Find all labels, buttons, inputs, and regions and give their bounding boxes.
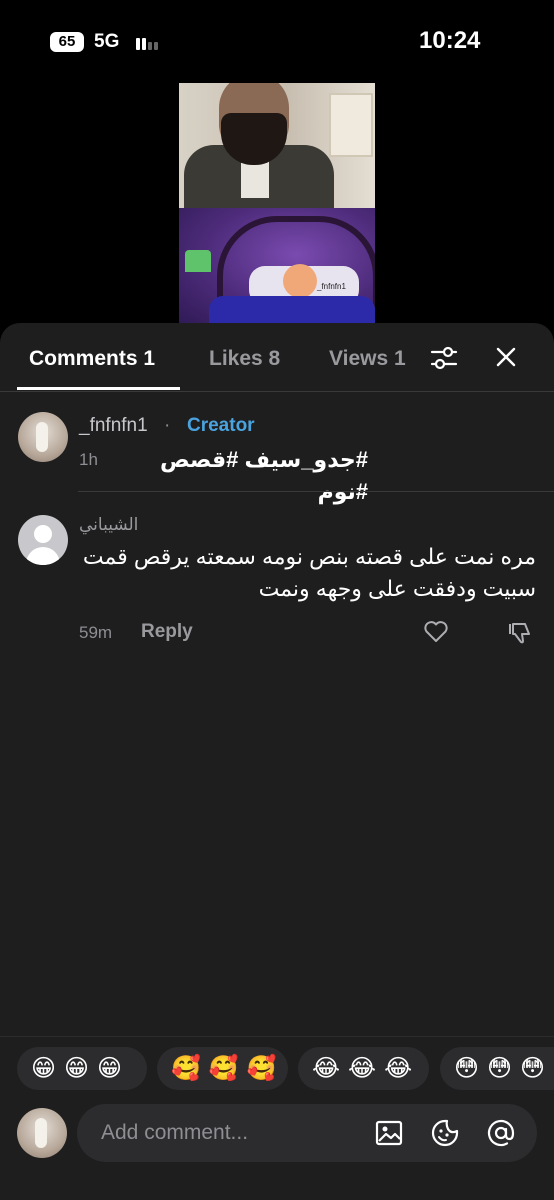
emoji-group-flushed[interactable]: 😳😳😳 [440, 1047, 554, 1090]
network-type: 5G [94, 31, 120, 52]
comment-time: 59m [79, 623, 113, 642]
filter-icon[interactable] [430, 345, 458, 371]
comment-composer [77, 1104, 537, 1162]
dislike-icon[interactable] [507, 620, 533, 646]
tab-likes[interactable]: Likes 8 [209, 347, 280, 371]
active-tab-indicator [17, 387, 180, 390]
emoji-group-love[interactable]: 🥰🥰🥰 [157, 1047, 288, 1090]
clock: 10:24 [419, 27, 481, 54]
user-avatar [17, 1108, 67, 1158]
comment-username[interactable]: _fnfnfn1 [79, 415, 148, 437]
comment-text: #جدو_سيف #قصص #نوم [160, 447, 368, 504]
image-icon[interactable] [374, 1118, 404, 1148]
tab-comments[interactable]: Comments 1 [29, 347, 155, 371]
battery-indicator: 65 [50, 32, 84, 52]
emoji-group-grin[interactable]: 😁😁😁 [17, 1047, 147, 1090]
heart-icon[interactable] [423, 620, 449, 644]
avatar[interactable] [18, 515, 68, 565]
video-frame-bottom: _fnfnfn1 [179, 208, 375, 325]
video-frame-top [179, 83, 375, 215]
mention-icon[interactable] [486, 1118, 516, 1148]
emoji-bar-divider [0, 1036, 554, 1037]
username-separator: · [164, 415, 171, 436]
reply-button[interactable]: Reply [141, 621, 193, 643]
comment-text: مره نمت على قصته بنص نومه سمعته يرقص قمت… [82, 544, 536, 601]
signal-icon [136, 36, 160, 50]
comment-divider [78, 491, 554, 492]
creator-badge: Creator [187, 415, 255, 436]
sticker-icon[interactable] [430, 1118, 460, 1148]
tab-bar: Comments 1 Likes 8 Views 1 [0, 323, 554, 392]
comment-username[interactable]: الشيباني [79, 515, 138, 535]
comment-input[interactable] [99, 1120, 363, 1146]
tab-views-clip: Views 1 [329, 347, 413, 377]
comment-time: 1h [79, 450, 98, 469]
emoji-group-laugh[interactable]: 😂😂😂 [298, 1047, 429, 1090]
avatar[interactable] [18, 412, 68, 462]
close-icon[interactable] [494, 345, 518, 369]
tab-views[interactable]: Views 1 [329, 347, 406, 371]
video-watermark: _fnfnfn1 [317, 282, 346, 291]
video-preview[interactable]: _fnfnfn1 [179, 83, 375, 325]
status-bar: 65 5G 10:24 [0, 0, 554, 80]
